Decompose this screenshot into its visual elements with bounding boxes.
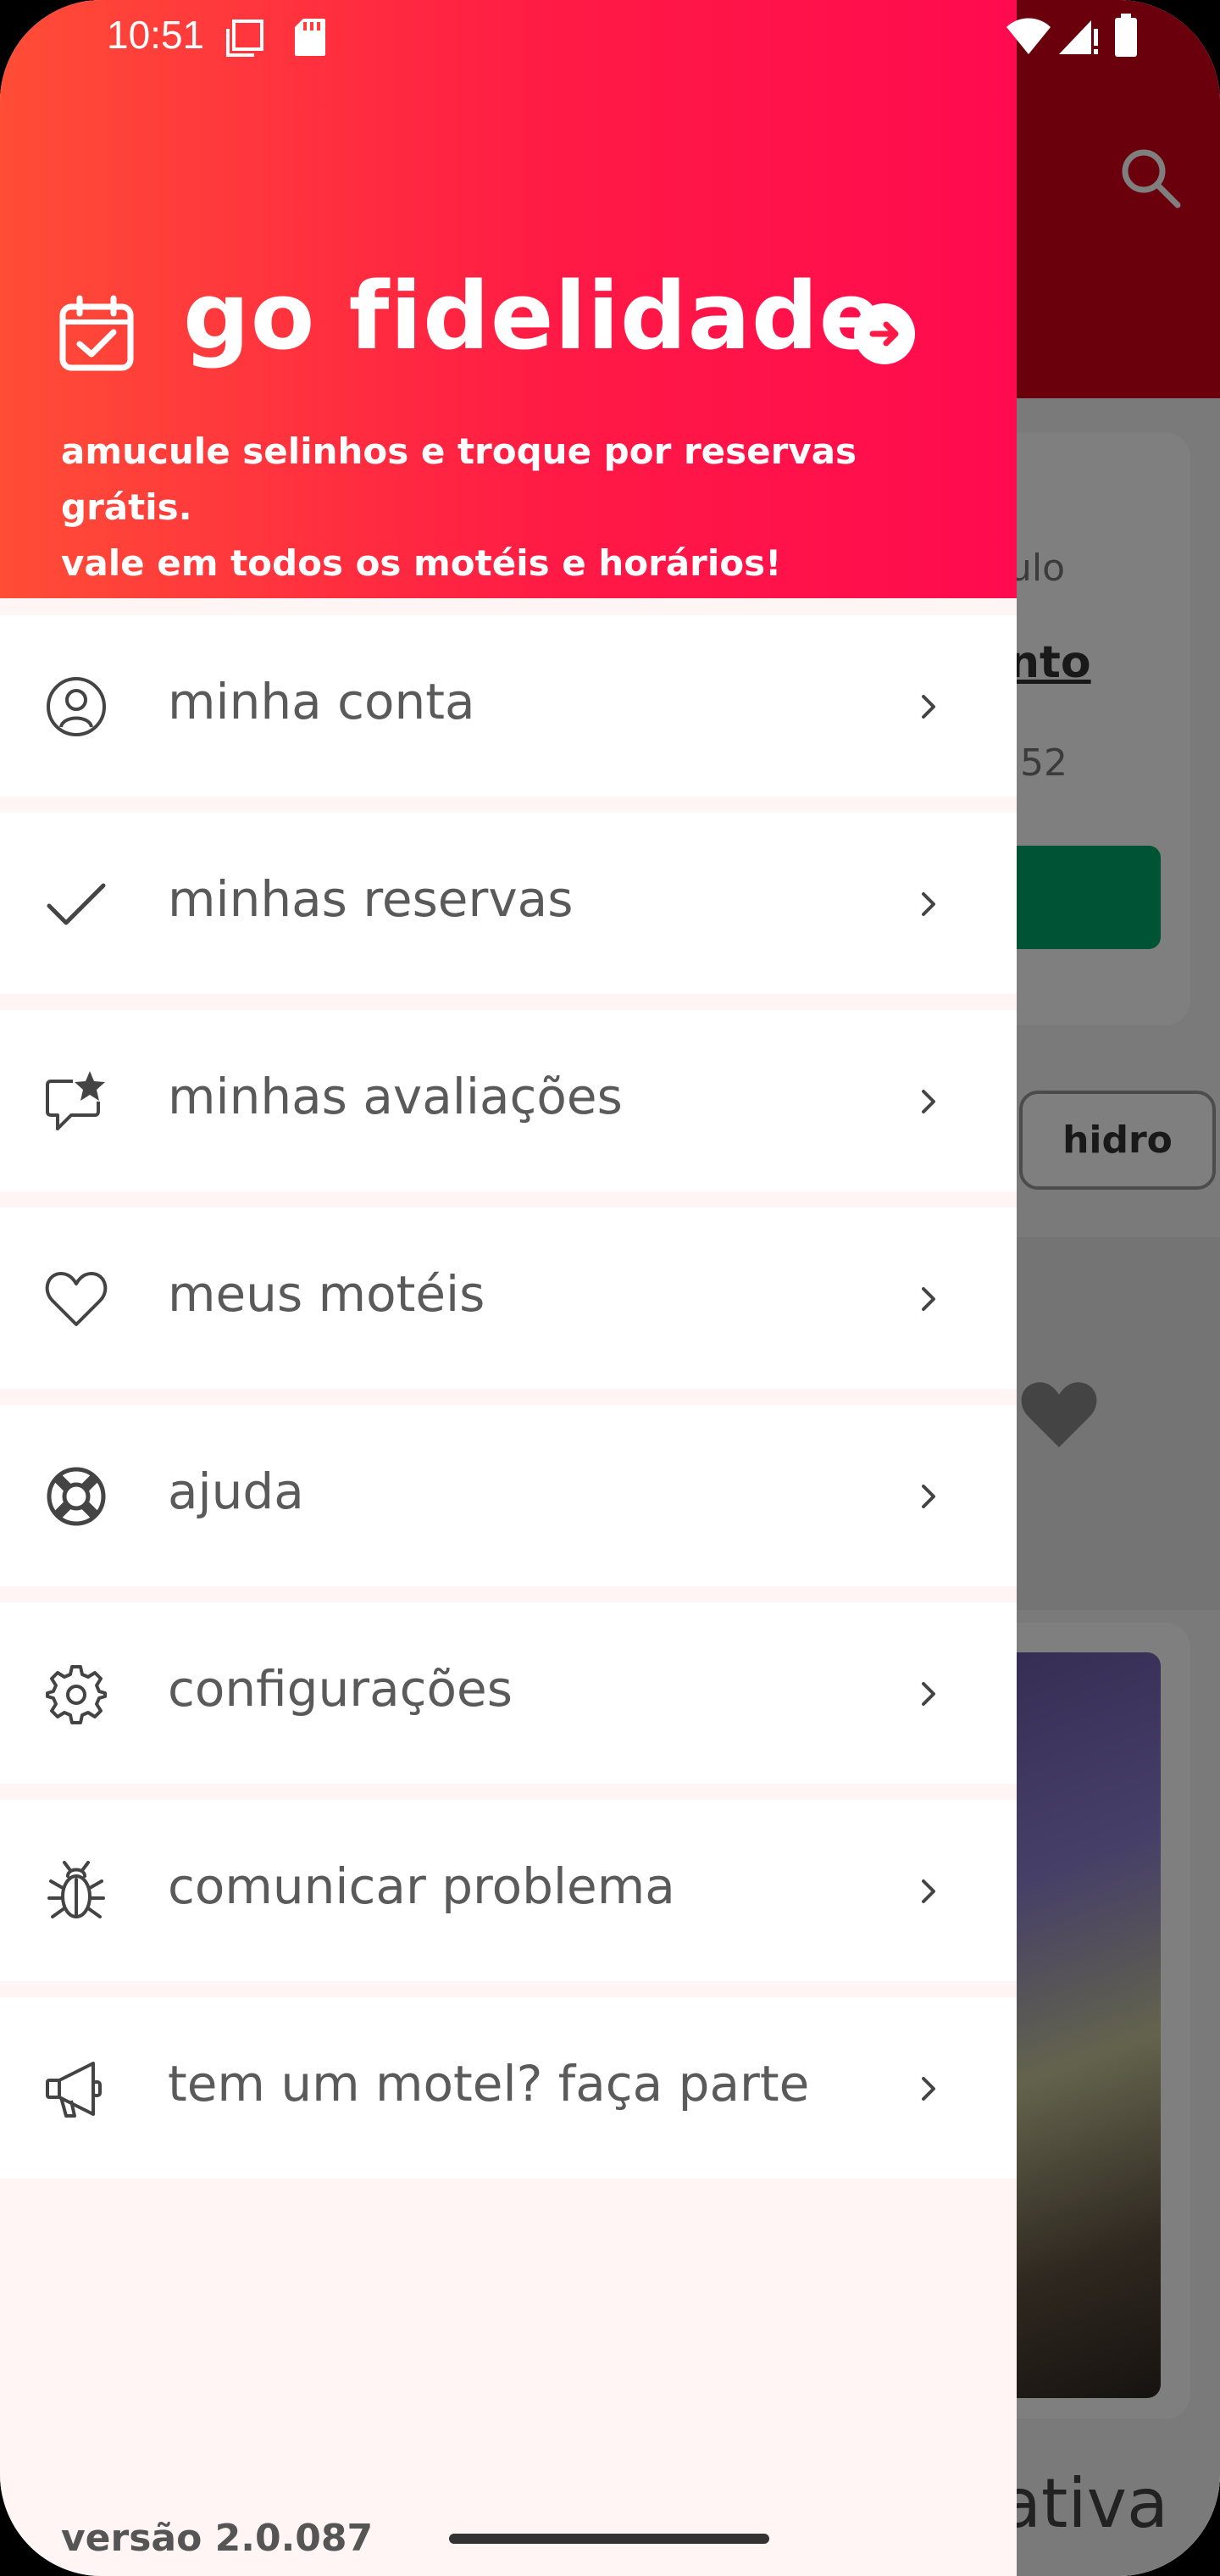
- home-indicator[interactable]: [449, 2534, 769, 2544]
- menu-item-comunicar-problema[interactable]: comunicar problema: [0, 1800, 1017, 1981]
- menu-item-label: minha conta: [168, 673, 475, 730]
- chevron-right-icon: [922, 1879, 935, 1903]
- status-time: 10:51: [107, 13, 205, 57]
- loyalty-title: go fidelidade: [183, 262, 884, 370]
- battery-icon: [1115, 14, 1137, 57]
- wifi-icon: [1006, 18, 1051, 54]
- megaphone-icon: [46, 2062, 102, 2118]
- window-icon: [226, 19, 263, 57]
- loyalty-banner[interactable]: go fidelidade amucule selinhos e troque …: [0, 0, 1017, 598]
- chevron-right-icon: [922, 1090, 935, 1113]
- menu-item-minhas-avaliacoes[interactable]: minhas avaliações: [0, 1010, 1017, 1191]
- arrow-right-circle-icon[interactable]: [854, 303, 915, 364]
- status-bar: 10:51: [0, 0, 1220, 73]
- user-circle-icon: [47, 677, 106, 736]
- menu-item-label: comunicar problema: [168, 1857, 675, 1915]
- signal-icon: [1059, 20, 1098, 54]
- chevron-right-icon: [922, 2077, 935, 2101]
- lifebuoy-icon: [47, 1467, 106, 1526]
- menu-item-minhas-reservas[interactable]: minhas reservas: [0, 813, 1017, 994]
- navigation-drawer: go fidelidade amucule selinhos e troque …: [0, 0, 1017, 2576]
- star-comment-icon: [46, 1071, 105, 1130]
- menu-item-label: configurações: [168, 1660, 513, 1718]
- chevron-right-icon: [922, 1682, 935, 1706]
- chevron-right-icon: [922, 1287, 935, 1311]
- loyalty-subtitle: amucule selinhos e troque por reservas g…: [61, 424, 993, 591]
- menu-item-ajuda[interactable]: ajuda: [0, 1405, 1017, 1586]
- menu-item-configuracoes[interactable]: configurações: [0, 1602, 1017, 1784]
- calendar-check-icon: [59, 295, 134, 371]
- menu-item-label: minhas avaliações: [168, 1068, 623, 1125]
- app-version: versão 2.0.087: [61, 2517, 374, 2560]
- check-icon: [47, 883, 106, 925]
- chevron-right-icon: [922, 695, 935, 719]
- menu-item-minha-conta[interactable]: minha conta: [0, 615, 1017, 797]
- loyalty-subtitle-line: amucule selinhos e troque por reservas g…: [61, 430, 857, 528]
- menu-item-label: tem um motel? faça parte: [168, 2055, 810, 2112]
- gear-icon: [46, 1665, 107, 1724]
- bug-icon: [47, 1861, 105, 1918]
- menu-item-tem-um-motel[interactable]: tem um motel? faça parte: [0, 1997, 1017, 2179]
- chevron-right-icon: [922, 1485, 935, 1508]
- loyalty-subtitle-line: vale em todos os motéis e horários!: [61, 542, 782, 584]
- phone-screen: ulo nto ,52 hidro ativa go fidelidade: [0, 0, 1220, 2576]
- menu-item-meus-moteis[interactable]: meus motéis: [0, 1208, 1017, 1389]
- heart-icon: [45, 1272, 108, 1326]
- menu-item-label: meus motéis: [168, 1265, 485, 1323]
- chevron-right-icon: [922, 892, 935, 916]
- menu-item-label: minhas reservas: [168, 870, 574, 928]
- menu-item-label: ajuda: [168, 1463, 304, 1520]
- sd-card-icon: [295, 19, 325, 56]
